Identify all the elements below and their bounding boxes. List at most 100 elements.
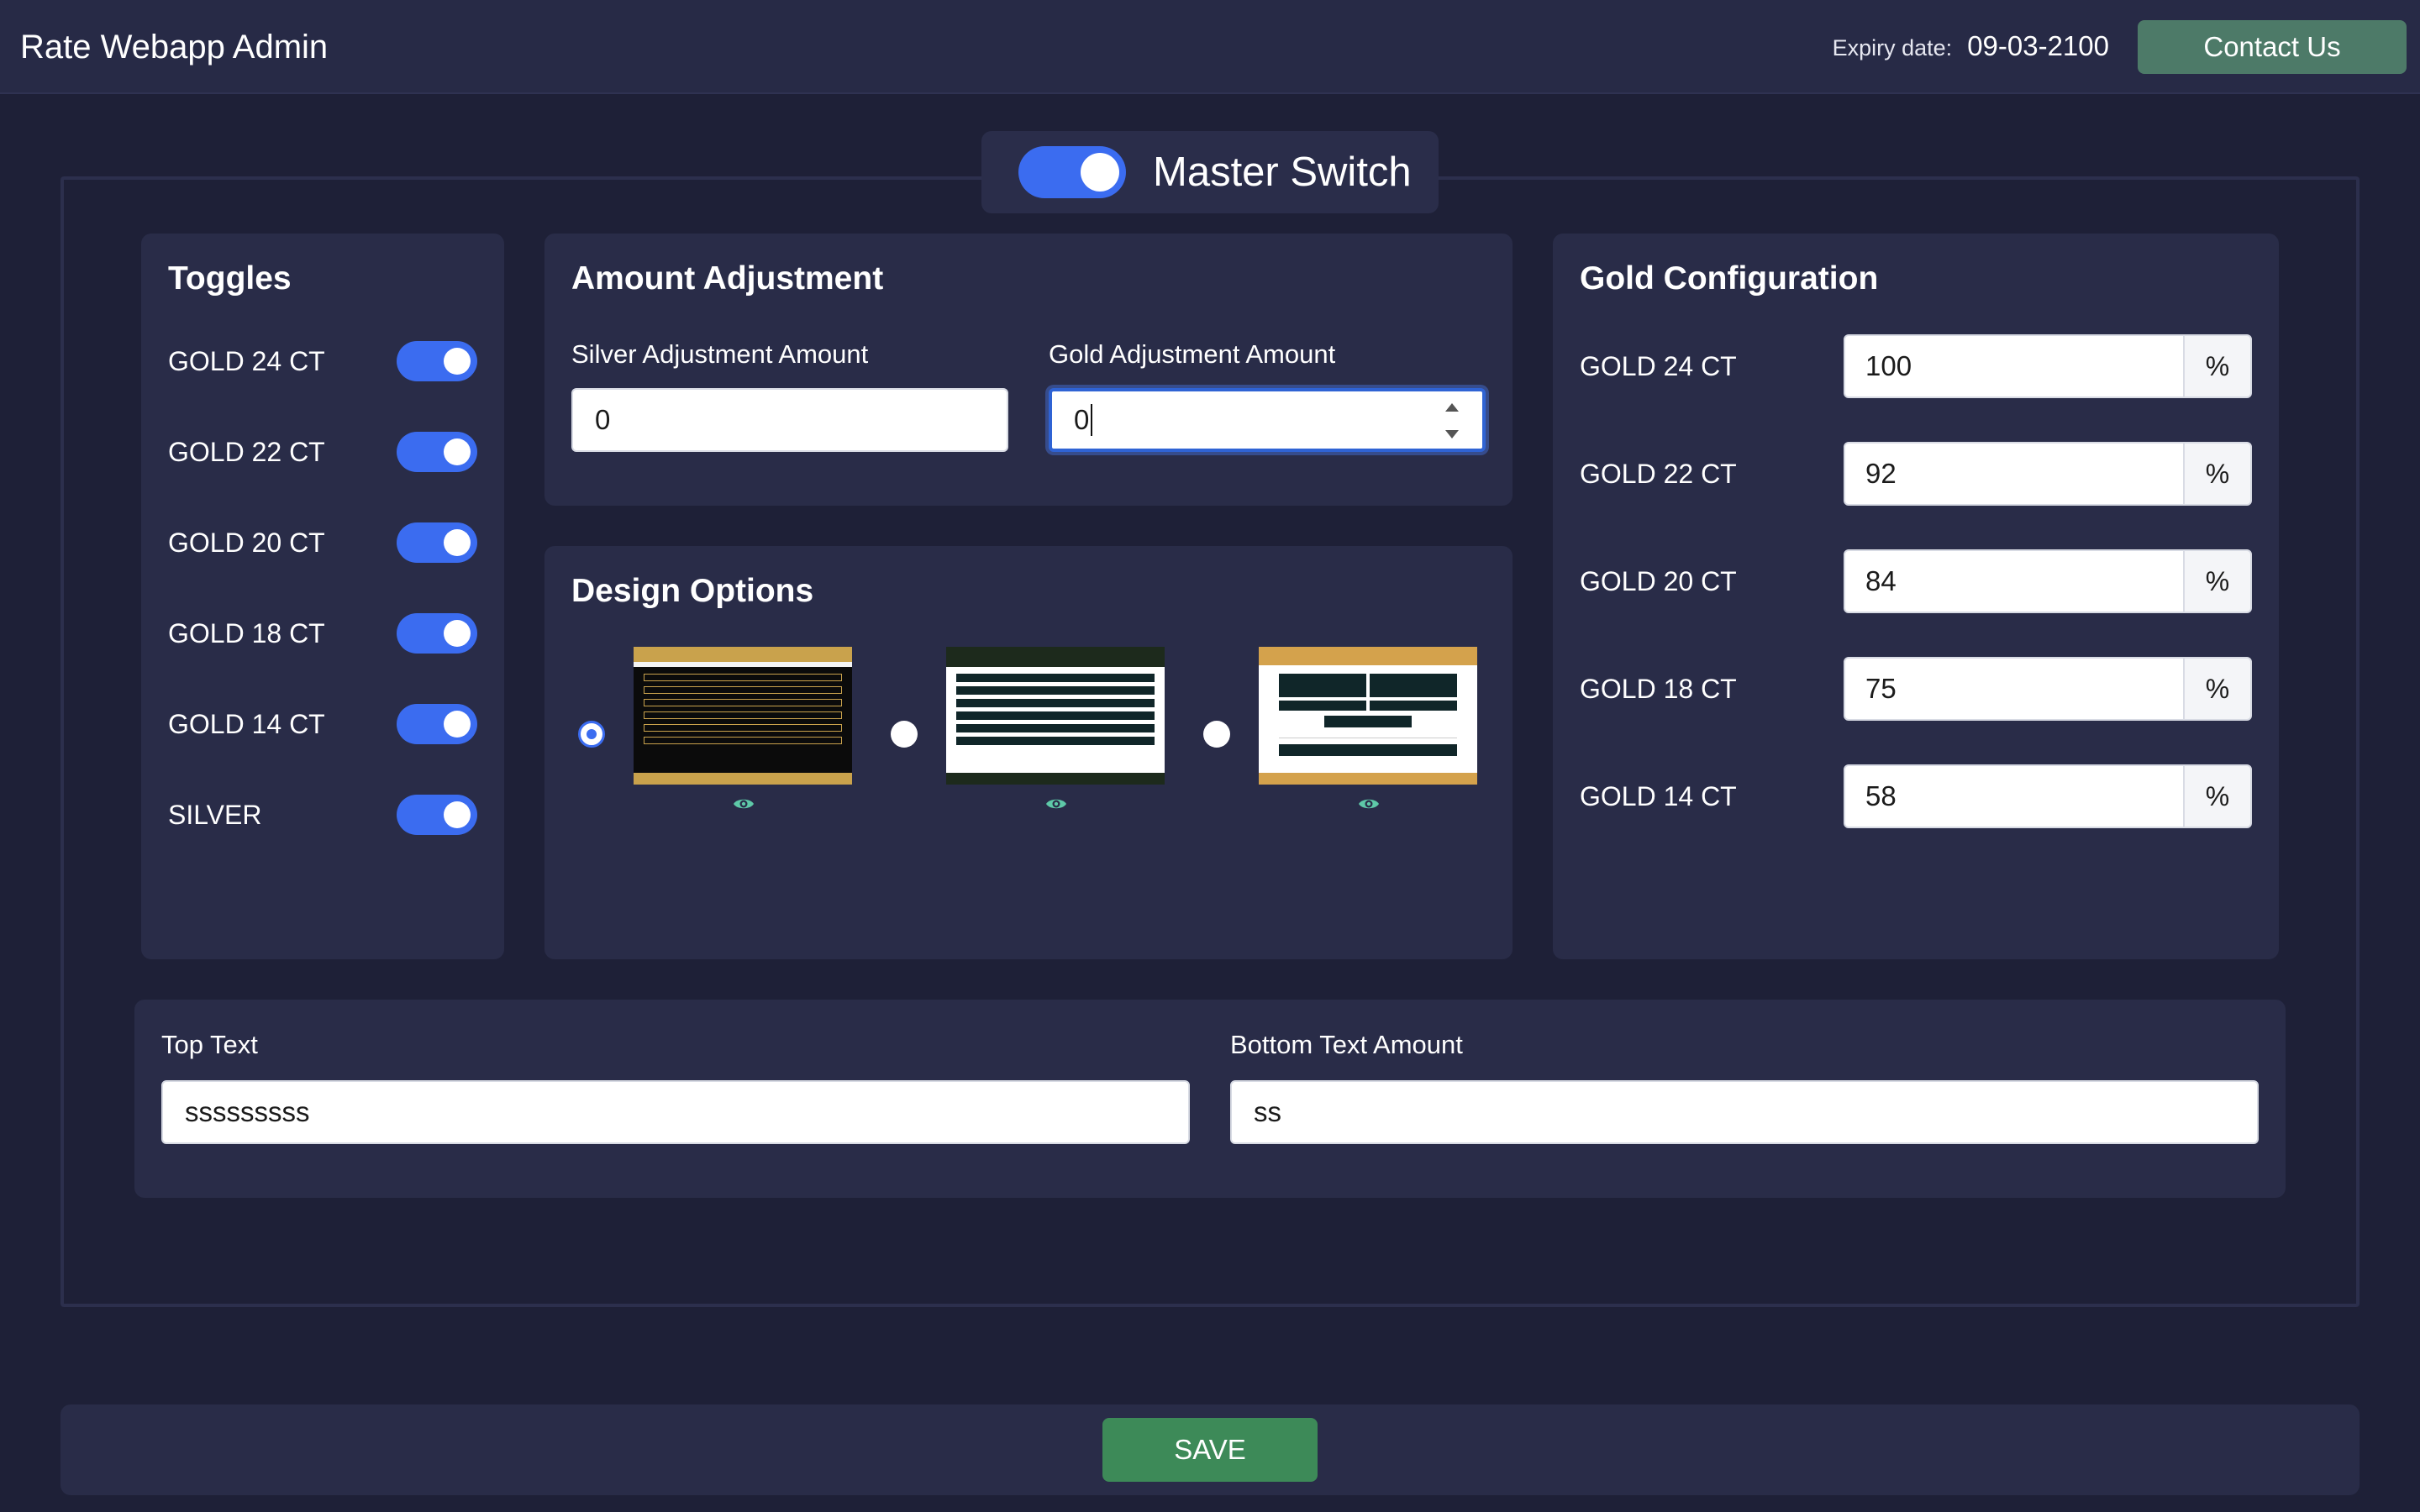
preview-row: [956, 711, 1155, 720]
gold-config-row-14: GOLD 14 CT 58 %: [1580, 764, 2252, 828]
gold-config-label: GOLD 18 CT: [1580, 674, 1737, 704]
gold-config-label: GOLD 22 CT: [1580, 459, 1737, 489]
gold-14-percent-input[interactable]: 58: [1844, 764, 2185, 828]
preview-block: [1324, 716, 1412, 727]
percent-suffix: %: [2183, 764, 2252, 828]
gold-22-percent-input[interactable]: 92: [1844, 442, 2185, 506]
preview-block: [1279, 701, 1366, 711]
app-title: Rate Webapp Admin: [20, 29, 329, 66]
preview-footer-bar: [634, 773, 852, 785]
eye-icon[interactable]: [1045, 796, 1067, 811]
toggle-row-gold-22: GOLD 22 CT: [168, 432, 477, 472]
silver-adjustment-value: 0: [595, 404, 611, 435]
design-options-title: Design Options: [571, 573, 814, 609]
toggle-knob: [444, 620, 471, 647]
toggle-label: SILVER: [168, 799, 262, 830]
gold-config-value: 58: [1865, 780, 1897, 811]
percent-suffix: %: [2183, 442, 2252, 506]
display-text-panel: Top Text sssssssss Bottom Text Amount ss: [134, 1000, 2286, 1198]
design-option-2-radio[interactable]: [891, 721, 918, 748]
spinner-down-icon[interactable]: [1445, 430, 1459, 438]
toggle-row-gold-20: GOLD 20 CT: [168, 522, 477, 563]
toggle-knob: [444, 801, 471, 828]
expiry-value: 09-03-2100: [1967, 30, 2109, 61]
gold-config-value: 100: [1865, 350, 1912, 381]
preview-block: [1370, 701, 1457, 711]
gold-config-value: 92: [1865, 458, 1897, 489]
top-header: Rate Webapp Admin Expiry date: 09-03-210…: [0, 0, 2420, 94]
preview-header-bar: [634, 647, 852, 662]
design-options-panel: Design Options: [544, 546, 1512, 959]
bottom-text-value: ss: [1254, 1096, 1281, 1127]
gold-18-percent-input[interactable]: 75: [1844, 657, 2185, 721]
toggle-gold-20-switch[interactable]: [397, 522, 477, 563]
design-option-3-radio[interactable]: [1203, 721, 1230, 748]
gold-24-percent-input[interactable]: 100: [1844, 334, 2185, 398]
master-switch-toggle[interactable]: [1018, 146, 1126, 198]
preview-row: [956, 686, 1155, 695]
master-switch-container: Master Switch: [981, 131, 1439, 213]
toggle-label: GOLD 14 CT: [168, 708, 325, 739]
toggle-gold-14-switch[interactable]: [397, 704, 477, 744]
gold-config-row-24: GOLD 24 CT 100 %: [1580, 334, 2252, 398]
master-switch-label: Master Switch: [1153, 150, 1412, 195]
spinner-up-icon[interactable]: [1445, 403, 1459, 412]
gold-config-label: GOLD 20 CT: [1580, 566, 1737, 596]
toggle-label: GOLD 24 CT: [168, 345, 325, 376]
preview-header-bar: [946, 647, 1165, 667]
toggle-label: GOLD 22 CT: [168, 436, 325, 467]
toggle-gold-22-switch[interactable]: [397, 432, 477, 472]
percent-suffix: %: [2183, 549, 2252, 613]
preview-footer-bar: [946, 773, 1165, 785]
text-caret: [1091, 404, 1093, 436]
gold-configuration-title: Gold Configuration: [1580, 260, 1879, 297]
preview-row: [644, 674, 842, 681]
toggle-label: GOLD 20 CT: [168, 527, 325, 558]
gold-adjustment-label: Gold Adjustment Amount: [1049, 339, 1336, 369]
toggle-gold-18-switch[interactable]: [397, 613, 477, 654]
expiry-info: Expiry date: 09-03-2100: [1833, 30, 2109, 62]
preview-block: [1279, 744, 1457, 756]
eye-icon[interactable]: [733, 796, 755, 811]
gold-config-row-18: GOLD 18 CT 75 %: [1580, 657, 2252, 721]
design-option-2-preview[interactable]: [946, 647, 1165, 785]
silver-adjustment-input[interactable]: 0: [571, 388, 1008, 452]
eye-icon[interactable]: [1358, 796, 1380, 811]
top-text-input[interactable]: sssssssss: [161, 1080, 1190, 1144]
toggle-row-silver: SILVER: [168, 795, 477, 835]
toggle-gold-24-switch[interactable]: [397, 341, 477, 381]
amount-adjustment-panel: Amount Adjustment Silver Adjustment Amou…: [544, 234, 1512, 506]
design-option-1-radio[interactable]: [578, 721, 605, 748]
bottom-text-input[interactable]: ss: [1230, 1080, 2259, 1144]
gold-adjustment-value: 0: [1074, 404, 1090, 435]
gold-adjustment-input[interactable]: 0: [1049, 388, 1486, 452]
save-button[interactable]: SAVE: [1102, 1418, 1318, 1482]
preview-row: [644, 724, 842, 732]
gold-config-value: 84: [1865, 565, 1897, 596]
toggle-knob: [444, 529, 471, 556]
gold-config-value: 75: [1865, 673, 1897, 704]
top-text-value: sssssssss: [185, 1096, 310, 1127]
gold-config-row-22: GOLD 22 CT 92 %: [1580, 442, 2252, 506]
expiry-label: Expiry date:: [1832, 35, 1953, 60]
toggle-knob: [444, 438, 471, 465]
gold-config-label: GOLD 24 CT: [1580, 351, 1737, 381]
design-option-3-preview[interactable]: [1259, 647, 1477, 785]
number-spinner[interactable]: [1440, 403, 1464, 438]
preview-row: [644, 686, 842, 694]
toggle-silver-switch[interactable]: [397, 795, 477, 835]
toggle-row-gold-14: GOLD 14 CT: [168, 704, 477, 744]
preview-block: [1370, 674, 1457, 697]
preview-header-bar: [1259, 647, 1477, 665]
gold-configuration-panel: Gold Configuration GOLD 24 CT 100 % GOLD…: [1553, 234, 2279, 959]
preview-row: [644, 711, 842, 719]
gold-config-label: GOLD 14 CT: [1580, 781, 1737, 811]
gold-20-percent-input[interactable]: 84: [1844, 549, 2185, 613]
preview-row: [644, 699, 842, 706]
preview-row: [956, 737, 1155, 745]
toggles-panel: Toggles GOLD 24 CT GOLD 22 CT GOLD 20 CT…: [141, 234, 504, 959]
contact-us-button[interactable]: Contact Us: [2138, 20, 2407, 74]
toggle-row-gold-18: GOLD 18 CT: [168, 613, 477, 654]
toggle-row-gold-24: GOLD 24 CT: [168, 341, 477, 381]
design-option-1-preview[interactable]: [634, 647, 852, 785]
